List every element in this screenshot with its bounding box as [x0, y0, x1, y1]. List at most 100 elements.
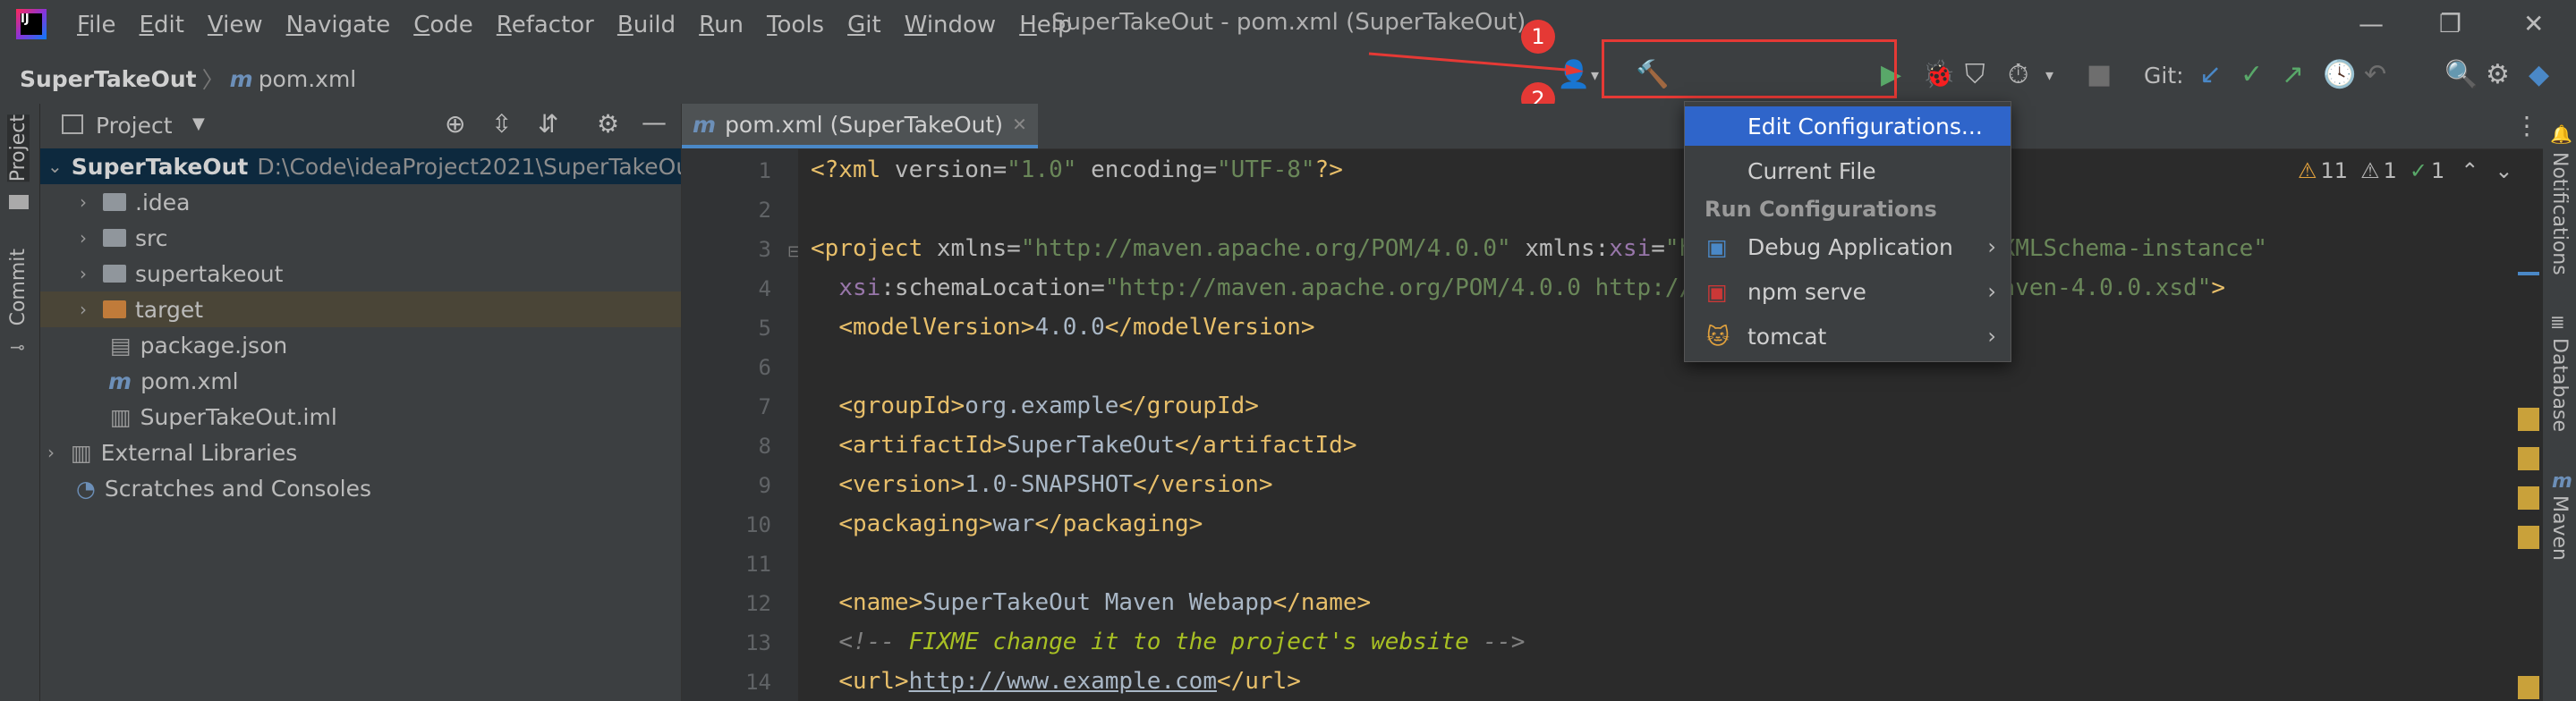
scroll-marker[interactable]: [2518, 676, 2539, 699]
search-icon[interactable]: 🔍: [2444, 59, 2478, 90]
tree-item-idea[interactable]: › .idea: [40, 184, 681, 220]
chevron-right-icon[interactable]: ›: [80, 299, 103, 320]
inspection-widget[interactable]: ⚠ 11 ⚠ 1 ✓ 1 ⌃ ⌄: [2298, 158, 2512, 183]
chevron-right-icon[interactable]: ›: [80, 191, 103, 213]
tree-item-src[interactable]: › src: [40, 220, 681, 256]
database-icon: ≣: [2550, 311, 2565, 333]
xml-token: </url>: [1216, 668, 1301, 695]
tomcat-item[interactable]: 🐱 tomcat ›: [1685, 317, 2011, 356]
scroll-marker[interactable]: [2518, 408, 2539, 431]
settings-gear-icon[interactable]: ⚙: [2486, 59, 2510, 90]
git-push-icon[interactable]: ↗: [2282, 59, 2304, 90]
weak-warning-count: 1: [2383, 158, 2397, 183]
git-commit-icon[interactable]: ✓: [2240, 59, 2263, 90]
menu-code[interactable]: Code: [413, 12, 473, 38]
tree-item-package-json[interactable]: ▤ package.json: [40, 327, 681, 363]
menu-refactor[interactable]: Refactor: [497, 12, 594, 38]
git-update-icon[interactable]: ↙: [2199, 59, 2222, 90]
scroll-marker[interactable]: [2518, 447, 2539, 470]
menu-window[interactable]: Window: [905, 12, 997, 38]
tree-item-external-libraries[interactable]: › ▥ External Libraries: [40, 435, 681, 470]
debug-application-item[interactable]: ▣ Debug Application ›: [1685, 227, 2011, 266]
breadcrumb-file[interactable]: pom.xml: [259, 66, 357, 92]
view-mode-dropdown-icon[interactable]: ▼: [192, 114, 205, 133]
xml-token: http://www.example.com: [908, 668, 1217, 695]
debug-icon[interactable]: 🐞: [1922, 59, 1955, 90]
folder-icon: [103, 229, 126, 247]
tree-item-project-root[interactable]: ⌄ SuperTakeOut D:\Code\ideaProject2021\S…: [40, 148, 681, 184]
database-tool-tab[interactable]: Database: [2548, 338, 2571, 432]
menu-tools[interactable]: Tools: [767, 12, 824, 38]
close-window-icon[interactable]: ✕: [2523, 9, 2544, 38]
notifications-tool-tab[interactable]: Notifications: [2548, 152, 2571, 275]
npm-serve-item[interactable]: ▣ npm serve ›: [1685, 272, 2011, 311]
panel-options-gear-icon[interactable]: ⚙: [597, 109, 619, 139]
project-panel-title[interactable]: Project: [96, 113, 173, 139]
intellij-logo-icon[interactable]: IJ: [16, 9, 47, 39]
coverage-icon[interactable]: ⛉: [1965, 59, 1985, 90]
project-tool-tab[interactable]: Project: [7, 114, 30, 182]
locate-file-icon[interactable]: ⊕: [445, 109, 465, 139]
chevron-right-icon[interactable]: ›: [47, 442, 71, 463]
edit-configurations-item[interactable]: Edit Configurations...: [1685, 106, 2011, 146]
maven-tool-tab[interactable]: Maven: [2548, 495, 2571, 561]
stop-icon[interactable]: ■: [2087, 59, 2112, 90]
menu-navigate[interactable]: Navigate: [286, 12, 391, 38]
restore-icon[interactable]: ❐: [2439, 9, 2461, 38]
scratches-icon: ◔: [76, 475, 96, 502]
current-file-item[interactable]: Current File: [1685, 151, 2011, 190]
xml-token: </version>: [1133, 471, 1273, 498]
menu-edit[interactable]: Edit: [140, 12, 184, 38]
menu-file[interactable]: File: [77, 12, 116, 38]
line-number: 2: [758, 198, 771, 223]
more-run-options-icon[interactable]: ▾: [2045, 66, 2053, 85]
tree-item-target[interactable]: › target: [40, 291, 681, 327]
scroll-marker[interactable]: [2518, 526, 2539, 549]
editor-tab-pom[interactable]: m pom.xml (SuperTakeOut) ✕: [682, 104, 1038, 148]
hide-panel-icon[interactable]: —: [642, 107, 667, 137]
code-line: <modelVersion>4.0.0</modelVersion>: [838, 314, 1315, 341]
line-number: 10: [745, 512, 771, 537]
menu-build[interactable]: Build: [617, 12, 676, 38]
menu-run[interactable]: Run: [699, 12, 744, 38]
jetbrains-toolbox-icon[interactable]: ◆: [2529, 59, 2549, 90]
code-editor[interactable]: <?xml version="1.0" encoding="UTF-8"?> <…: [798, 149, 2543, 701]
chevron-right-icon[interactable]: ›: [80, 263, 103, 284]
line-number: 8: [758, 434, 771, 459]
tree-item-iml[interactable]: ▥ SuperTakeOut.iml: [40, 399, 681, 435]
git-label: Git:: [2144, 63, 2184, 89]
menu-view[interactable]: View: [208, 12, 263, 38]
tree-item-label: supertakeout: [135, 260, 284, 287]
more-tabs-icon[interactable]: ⋮: [2514, 111, 2539, 140]
collapse-all-icon[interactable]: ⇵: [538, 109, 558, 139]
maven-icon: m: [2552, 470, 2572, 493]
chevron-right-icon[interactable]: ›: [80, 227, 103, 249]
xml-token: </modelVersion>: [1104, 314, 1315, 341]
minimize-icon[interactable]: —: [2359, 9, 2384, 38]
run-configurations-popup: Edit Configurations... Current File Run …: [1684, 101, 2011, 362]
chevron-down-icon[interactable]: ⌄: [47, 156, 63, 177]
expand-all-icon[interactable]: ⇳: [491, 109, 512, 139]
left-tool-window-strip: Project Commit ⊸: [0, 104, 40, 701]
git-history-icon[interactable]: 🕓: [2323, 59, 2356, 90]
tree-item-pom-xml[interactable]: m pom.xml: [40, 363, 681, 399]
xml-token: version=: [894, 156, 1007, 183]
git-rollback-icon[interactable]: ↶: [2364, 59, 2386, 90]
annotation-highlight-box: [1602, 39, 1897, 98]
run-configurations-header: Run Configurations: [1705, 197, 1937, 222]
code-line: <packaging>war</packaging>: [838, 511, 1203, 537]
xml-token: xmlns:: [1525, 235, 1610, 262]
editor-tab-bar: m pom.xml (SuperTakeOut) ✕ ⋮: [682, 104, 2543, 149]
tree-item-supertakeout[interactable]: › supertakeout: [40, 256, 681, 291]
next-problem-icon[interactable]: ⌄: [2495, 158, 2512, 183]
tree-item-scratches[interactable]: ◔ Scratches and Consoles: [40, 470, 681, 506]
scroll-marker[interactable]: [2518, 486, 2539, 510]
close-tab-icon[interactable]: ✕: [1012, 114, 1027, 135]
menu-git[interactable]: Git: [847, 12, 881, 38]
commit-tool-tab[interactable]: Commit: [7, 249, 30, 325]
xml-token: ?>: [1314, 156, 1343, 183]
previous-problem-icon[interactable]: ⌃: [2461, 158, 2478, 183]
profiler-icon[interactable]: ⏱: [2008, 59, 2028, 90]
xml-token: "http://maven.apache.org/POM/4.0.0": [1020, 235, 1526, 262]
breadcrumb-project[interactable]: SuperTakeOut: [20, 66, 197, 92]
